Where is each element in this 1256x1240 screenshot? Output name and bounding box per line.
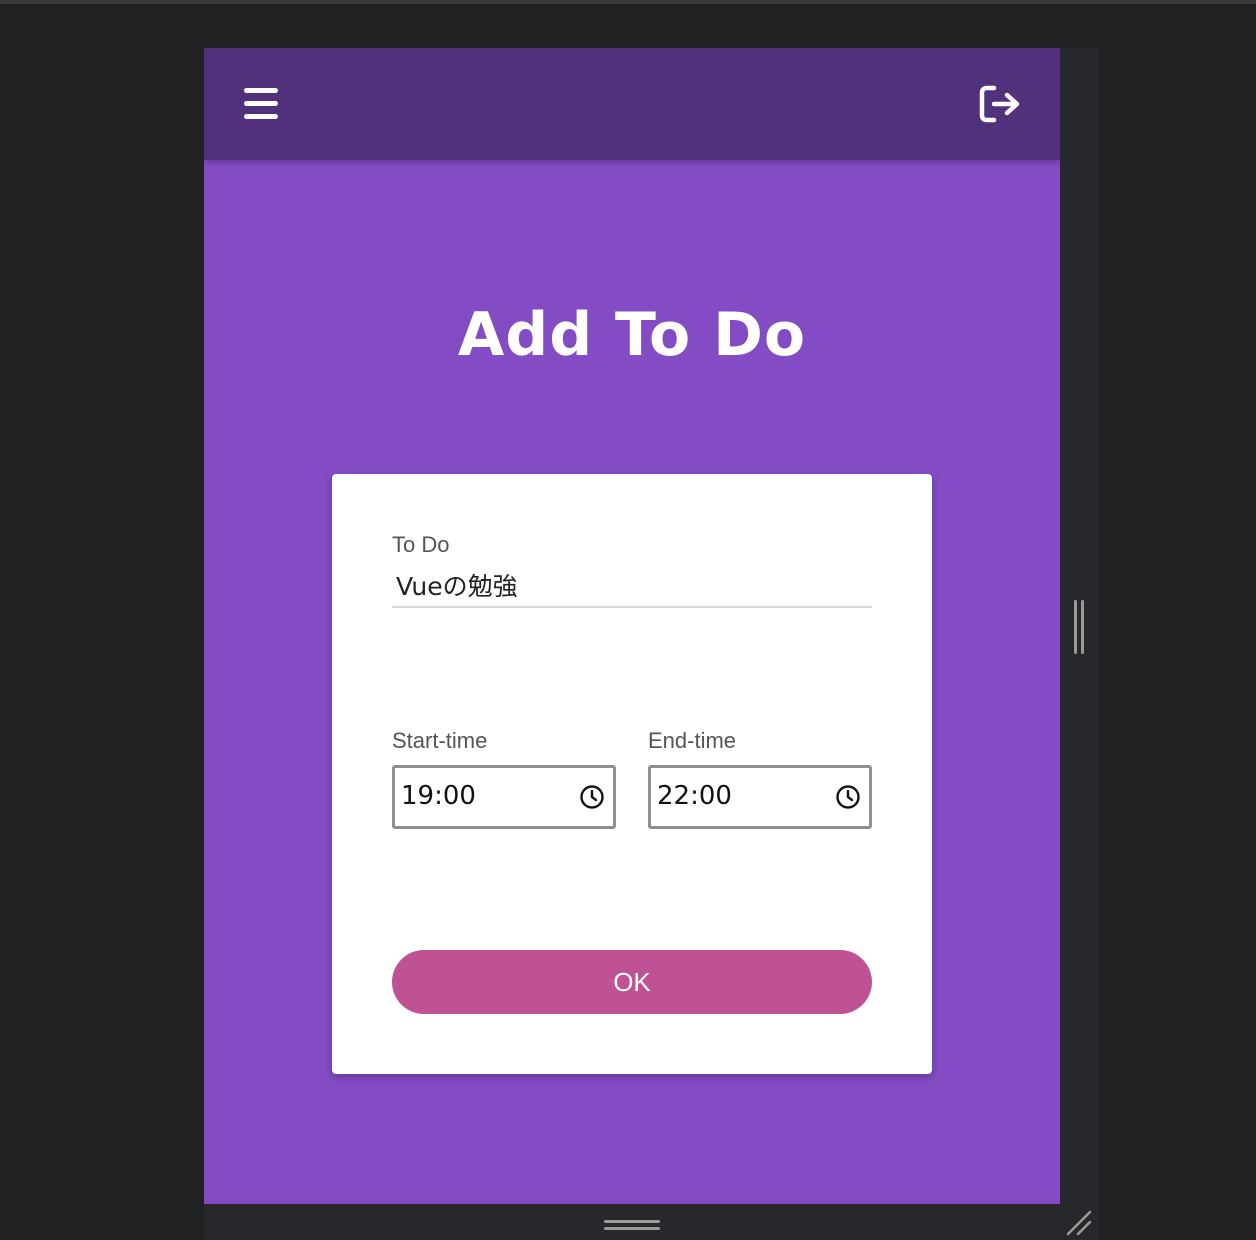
todo-label: To Do [392,532,450,557]
browser-top-strip [0,0,1256,4]
end-time-value: 22:00 [657,781,732,811]
ok-button[interactable]: OK [392,950,872,1014]
start-time-value: 19:00 [401,781,476,811]
add-todo-card: To Do Start-time 19:00 End-time 22:00 OK [332,474,932,1074]
app-viewport: Add To Do To Do Start-time 19:00 End-tim… [204,48,1060,1204]
page-title: Add To Do [457,300,807,370]
start-time-input[interactable]: 19:00 [392,765,616,829]
app-bar [204,48,1060,160]
corner-resize-grip-icon[interactable] [1064,1208,1094,1238]
end-time-input[interactable]: 22:00 [648,765,872,829]
side-resize-handle-icon[interactable] [1072,600,1086,654]
hamburger-menu-icon [244,88,278,119]
bottom-resize-handle-icon[interactable] [604,1218,660,1232]
clock-icon[interactable] [835,784,861,810]
menu-button[interactable] [240,82,284,126]
sign-out-icon [979,85,1020,123]
todo-input[interactable] [392,564,872,608]
start-time-label: Start-time [392,728,488,753]
logout-button[interactable] [978,82,1024,126]
end-time-label: End-time [648,728,737,753]
clock-icon[interactable] [579,784,605,810]
